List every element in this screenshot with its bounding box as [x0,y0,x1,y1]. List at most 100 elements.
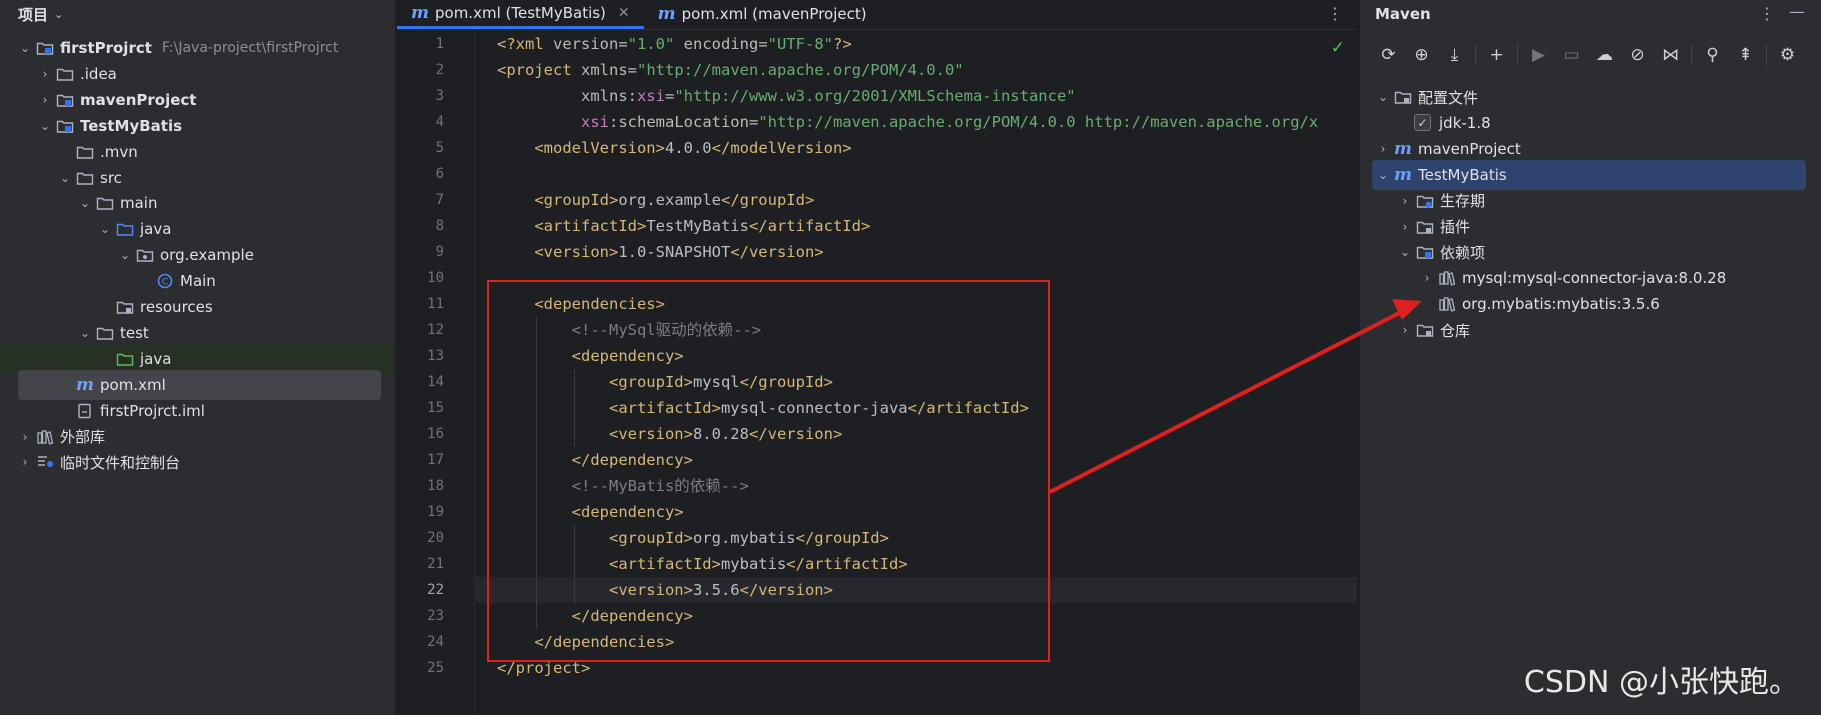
chevron-right-icon[interactable]: › [1396,323,1414,337]
code-line[interactable]: <groupId>org.mybatis</groupId> [476,525,1357,551]
chevron-down-icon[interactable]: ⌄ [1374,168,1392,182]
tree-item-label: resources [140,298,213,316]
execute-goal-icon[interactable]: ▭ [1555,41,1588,69]
code-token: </dependencies> [497,633,675,651]
code-token: <modelVersion> [497,139,665,157]
chevron-right-icon[interactable]: › [1418,271,1436,285]
line-number: 5 [435,140,444,156]
maven-tree-item-label: mysql:mysql-connector-java:8.0.28 [1462,269,1727,288]
code-line[interactable]: <groupId>org.example</groupId> [476,187,1357,213]
settings-icon[interactable]: ⚙ [1771,41,1804,69]
toolbar-separator [1475,45,1476,65]
chevron-down-icon[interactable]: ⌄ [96,222,114,236]
code-token: "http://maven.apache.org/POM/4.0.0" [637,61,964,79]
tree-item[interactable]: › 临时文件和控制台 [0,447,395,477]
offline-icon[interactable]: ☁ [1588,41,1621,69]
chevron-right-icon[interactable]: › [1374,142,1392,156]
no-problems-check-icon[interactable]: ✓ [1331,38,1345,58]
code-token: </artifactId> [907,399,1029,417]
expand-all-icon[interactable]: ⇞ [1729,41,1762,69]
code-area[interactable]: <?xml version="1.0" encoding="UTF-8"?> <p… [476,31,1357,715]
profile-checkbox[interactable]: ✓ [1414,114,1431,132]
chevron-right-icon[interactable]: › [16,455,34,469]
tab-pom-testmybatis[interactable]: m pom.xml (TestMyBatis) ✕ [397,0,644,29]
code-line[interactable]: <dependency> [476,499,1357,525]
code-token: <artifactId> [497,399,721,417]
chevron-right-icon[interactable]: › [1396,194,1414,208]
code-line[interactable]: <artifactId>TestMyBatis</artifactId> [476,213,1357,239]
code-line[interactable]: <version>8.0.28</version> [476,421,1357,447]
repository-folder-icon [1414,321,1436,339]
reload-icon[interactable]: ⟳ [1372,41,1405,69]
lifecycle-folder-icon [1414,192,1436,210]
maven-toolbar: ⟳ ⊕ ⤓ + ▶ ▭ ☁ ⊘ ⋈ ⚲ ⇞ ⚙ [1372,40,1804,70]
code-line[interactable]: </project> [476,655,1357,681]
chevron-right-icon[interactable]: › [36,67,54,81]
chevron-down-icon[interactable]: ⌄ [116,248,134,262]
code-token: </version> [730,243,824,261]
collapse-icon[interactable]: ⋈ [1654,41,1687,69]
code-line[interactable]: <!--MyBatis的依赖--> [476,473,1357,499]
code-token: 1.0-SNAPSHOT [618,243,731,261]
code-line[interactable]: </dependency> [476,603,1357,629]
code-line[interactable]: <!--MySql驱动的依赖--> [476,317,1357,343]
chevron-down-icon[interactable]: ⌄ [36,119,54,133]
code-line[interactable] [476,265,1357,291]
download-icon[interactable]: ⤓ [1438,41,1471,69]
code-line[interactable]: <version>1.0-SNAPSHOT</version> [476,239,1357,265]
chevron-down-icon[interactable]: ⌄ [56,171,74,185]
indent-guide [574,369,575,447]
chevron-down-icon[interactable]: ⌄ [54,8,63,21]
chevron-down-icon[interactable]: ⌄ [1374,90,1392,104]
code-line[interactable]: <?xml version="1.0" encoding="UTF-8"?> [476,31,1357,57]
chevron-right-icon[interactable]: › [36,93,54,107]
code-token: </modelVersion> [711,139,852,157]
scratch-icon [34,453,56,471]
project-header[interactable]: 项目 ⌄ [0,0,395,28]
code-line[interactable]: <artifactId>mysql-connector-java</artifa… [476,395,1357,421]
code-token: </groupId> [739,373,833,391]
code-line[interactable]: <dependencies> [476,291,1357,317]
maven-tree-item[interactable]: › 仓库 [1360,315,1821,345]
run-icon[interactable]: ▶ [1522,41,1555,69]
add-folder-icon[interactable]: ⊕ [1405,41,1438,69]
chevron-right-icon[interactable]: › [16,430,34,444]
maven-tree-item-label: 生存期 [1440,192,1486,211]
code-token: xmlns= [581,61,637,79]
more-options-icon[interactable]: ⋮ [1759,4,1775,23]
skip-tests-icon[interactable]: ⊘ [1621,41,1654,69]
code-line[interactable]: <version>3.5.6</version> [476,577,1357,603]
code-token: <dependency> [497,503,684,521]
code-line[interactable]: <artifactId>mybatis</artifactId> [476,551,1357,577]
maven-file-icon: m [76,374,94,395]
chevron-down-icon[interactable]: ⌄ [76,196,94,210]
chevron-down-icon[interactable]: ⌄ [16,41,34,55]
tab-pom-mavenproject[interactable]: m pom.xml (mavenProject) [644,0,881,29]
code-token: <dependency> [497,347,684,365]
code-line[interactable]: <project xmlns="http://maven.apache.org/… [476,57,1357,83]
code-line[interactable]: xsi:schemaLocation="http://maven.apache.… [476,109,1357,135]
code-token: "http://www.w3.org/2001/XMLSchema-instan… [674,87,1076,105]
close-icon[interactable]: ✕ [618,5,630,21]
code-token: </dependency> [497,607,693,625]
code-line[interactable]: xmlns:xsi="http://www.w3.org/2001/XMLSch… [476,83,1357,109]
plus-icon[interactable]: + [1480,41,1513,69]
code-line[interactable]: </dependencies> [476,629,1357,655]
more-options-icon[interactable]: ⋮ [1327,4,1343,23]
minimize-icon[interactable]: — [1789,2,1805,21]
code-line[interactable] [476,161,1357,187]
module-folder-icon [34,39,56,57]
code-line[interactable]: <modelVersion>4.0.0</modelVersion> [476,135,1357,161]
code-line[interactable]: </dependency> [476,447,1357,473]
maven-tree-item-label: org.mybatis:mybatis:3.5.6 [1462,295,1660,314]
code-token: org.mybatis [692,529,796,547]
chevron-down-icon[interactable]: ⌄ [1396,245,1414,259]
tree-item-label: java [140,220,172,239]
line-number: 9 [435,244,444,260]
code-line[interactable]: <groupId>mysql</groupId> [476,369,1357,395]
chevron-right-icon[interactable]: › [1396,220,1414,234]
analyze-icon[interactable]: ⚲ [1696,41,1729,69]
profiles-folder-icon [1392,88,1414,106]
chevron-down-icon[interactable]: ⌄ [76,326,94,340]
code-line[interactable]: <dependency> [476,343,1357,369]
